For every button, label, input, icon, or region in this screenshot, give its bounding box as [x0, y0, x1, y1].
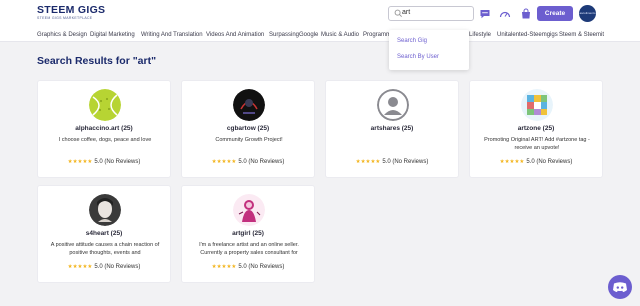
category-digital-marketing[interactable]: Digital Marketing — [90, 32, 135, 38]
user-avatar-mosaic[interactable] — [521, 89, 553, 121]
rating-text: 5.0 (No Reviews) — [526, 159, 573, 165]
search-gig-option[interactable]: Search Gig — [397, 38, 427, 44]
discord-icon — [613, 282, 627, 292]
user-name[interactable]: cgbartow (25) — [182, 125, 314, 132]
category-videos-animation[interactable]: Videos And Animation — [206, 32, 264, 38]
rating-text: 5.0 (No Reviews) — [382, 159, 429, 165]
user-name[interactable]: s4heart (25) — [38, 230, 170, 237]
user-description: A positive attitude causes a chain react… — [50, 242, 160, 256]
user-rating: ★★★★★ 5.0 (No Reviews) — [326, 159, 458, 165]
search-dropdown: Search Gig Search By User — [389, 30, 469, 70]
rating-stars-icon: ★★★★★ — [211, 159, 237, 165]
user-card[interactable]: artshares (25) ★★★★★ 5.0 (No Reviews) — [325, 80, 459, 178]
user-name[interactable]: artzone (25) — [470, 125, 602, 132]
user-avatar-default[interactable] — [377, 89, 409, 121]
user-name[interactable]: artshares (25) — [326, 125, 458, 132]
user-card[interactable]: artzone (25) Promoting Original ART! Add… — [469, 80, 603, 178]
rating-stars-icon: ★★★★★ — [67, 159, 93, 165]
shopping-bag-icon[interactable] — [520, 8, 532, 20]
user-description — [334, 136, 452, 152]
user-description: I'm a freelance artist and an online sel… — [199, 242, 299, 256]
search-input-value: art — [402, 9, 411, 16]
user-description: Community Growth Project! — [215, 137, 283, 143]
user-description: Promoting Original ART! Add #artzone tag… — [484, 137, 590, 151]
user-name[interactable]: artgirl (25) — [182, 230, 314, 237]
rating-stars-icon: ★★★★★ — [67, 264, 93, 270]
category-music-audio[interactable]: Music & Audio — [321, 32, 359, 38]
category-graphics-design[interactable]: Graphics & Design — [37, 32, 87, 38]
user-rating: ★★★★★ 5.0 (No Reviews) — [38, 159, 170, 165]
rating-text: 5.0 (No Reviews) — [94, 159, 141, 165]
logo-tagline: STEEM GIGS MARKETPLACE — [37, 16, 93, 20]
rating-stars-icon: ★★★★★ — [355, 159, 381, 165]
user-rating: ★★★★★ 5.0 (No Reviews) — [470, 159, 602, 165]
category-surpassing-google[interactable]: SurpassingGoogle — [269, 32, 318, 38]
rating-text: 5.0 (No Reviews) — [238, 159, 285, 165]
user-avatar-portrait[interactable] — [89, 194, 121, 226]
top-navbar: STEEM GIGS STEEM GIGS MARKETPLACE art Cr… — [0, 0, 640, 30]
user-avatar-dark-art[interactable] — [233, 89, 265, 121]
user-card[interactable]: artgirl (25) I'm a freelance artist and … — [181, 185, 315, 283]
user-avatar-pink-art[interactable] — [233, 194, 265, 226]
user-card[interactable]: s4heart (25) A positive attitude causes … — [37, 185, 171, 283]
category-writing-translation[interactable]: Writing And Translation — [141, 32, 203, 38]
category-lifestyle[interactable]: Lifestyle — [469, 32, 491, 38]
user-rating: ★★★★★ 5.0 (No Reviews) — [182, 264, 314, 270]
user-card[interactable]: alphaccino.art (25) I choose coffee, dog… — [37, 80, 171, 178]
user-rating: ★★★★★ 5.0 (No Reviews) — [182, 159, 314, 165]
page-title: Search Results for "art" — [37, 55, 157, 67]
logo-text: STEEM GIGS — [37, 4, 106, 16]
user-avatar[interactable]: ascolimento — [579, 5, 596, 22]
user-description: I choose coffee, dogs, peace and love — [58, 137, 152, 143]
user-rating: ★★★★★ 5.0 (No Reviews) — [38, 264, 170, 270]
rating-text: 5.0 (No Reviews) — [238, 264, 285, 270]
category-bar: Graphics & Design Digital Marketing Writ… — [0, 30, 640, 42]
site-logo[interactable]: STEEM GIGS STEEM GIGS MARKETPLACE — [37, 5, 107, 23]
rating-text: 5.0 (No Reviews) — [94, 264, 141, 270]
user-card[interactable]: cgbartow (25) Community Growth Project! … — [181, 80, 315, 178]
create-button[interactable]: Create — [537, 6, 573, 21]
messages-icon[interactable] — [479, 8, 491, 20]
user-name[interactable]: alphaccino.art (25) — [38, 125, 170, 132]
dashboard-gauge-icon[interactable] — [499, 8, 511, 20]
rating-stars-icon: ★★★★★ — [499, 159, 525, 165]
search-by-user-option[interactable]: Search By User — [397, 54, 439, 60]
discord-chat-button[interactable] — [608, 275, 632, 299]
category-unitalented-steemgigs[interactable]: Unitalented-Steemgigs — [497, 32, 558, 38]
search-input[interactable]: art — [388, 6, 474, 21]
rating-stars-icon: ★★★★★ — [211, 264, 237, 270]
category-steem-steemit[interactable]: Steem & Steemit — [559, 32, 604, 38]
user-avatar-tennis-ball[interactable] — [89, 89, 121, 121]
